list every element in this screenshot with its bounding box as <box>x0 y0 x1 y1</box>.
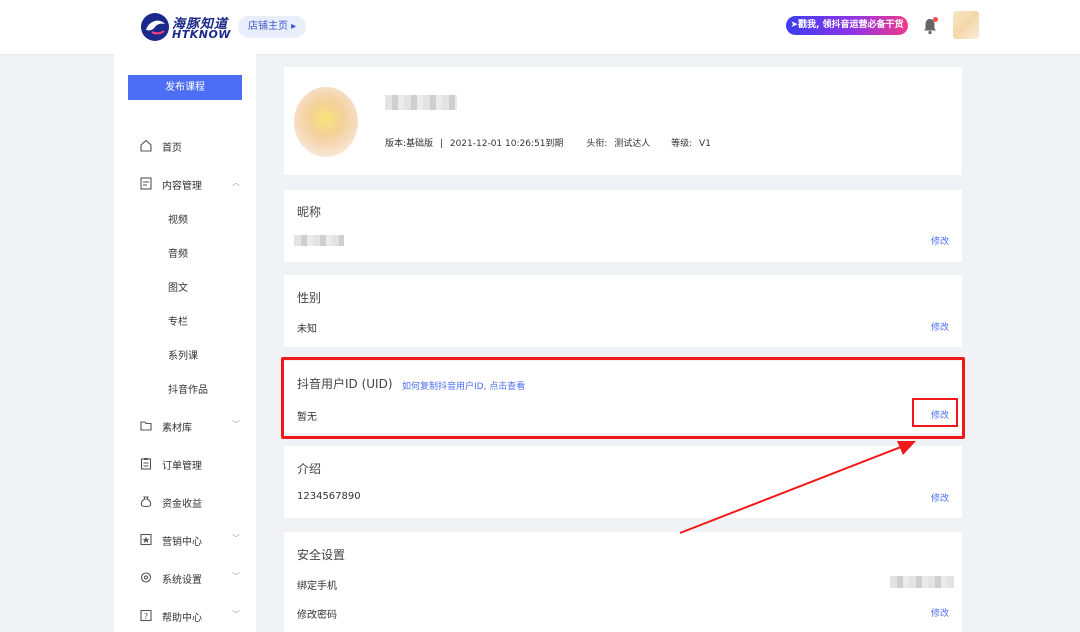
gender-section: 性别 未知 修改 <box>284 275 962 347</box>
sidebar-item-label: 资金收益 <box>162 499 202 510</box>
change-password-label: 修改密码 <box>297 610 337 621</box>
svg-text:?: ? <box>144 612 148 621</box>
chevron-down-icon: ﹀ <box>232 420 240 429</box>
highlight-edit-box <box>912 398 958 427</box>
profile-name-blurred <box>385 95 457 110</box>
sidebar: 发布课程 首页 内容管理 ︿ 视频 音频 图文 专栏 系列课 抖音作品 素材库 … <box>114 54 256 632</box>
sidebar-item-label: 系统设置 <box>162 575 202 586</box>
sidebar-item-label: 营销中心 <box>162 537 202 548</box>
level-label: 等级: <box>671 139 693 149</box>
sidebar-item-help[interactable]: ? 帮助中心 ﹀ <box>114 604 256 628</box>
profile-card: 版本:基础版 | 2021-12-01 10:26:51到期 头衔: 测试达人 … <box>284 67 962 175</box>
sidebar-subitem-article[interactable]: 图文 <box>168 279 188 294</box>
title-label: 头衔: <box>586 139 608 149</box>
phone-value-blurred <box>890 576 954 588</box>
sidebar-item-materials[interactable]: 素材库 ﹀ <box>114 414 256 438</box>
clipboard-icon <box>140 458 152 470</box>
edit-intro-link[interactable]: 修改 <box>931 491 949 504</box>
edit-gender-link[interactable]: 修改 <box>931 320 949 333</box>
meta-separator: | <box>439 139 443 149</box>
chevron-down-icon: ﹀ <box>232 572 240 581</box>
money-bag-icon <box>140 496 152 508</box>
sidebar-subitem-douyin[interactable]: 抖音作品 <box>168 381 208 396</box>
title-value: 测试达人 <box>614 139 651 149</box>
gender-value: 未知 <box>297 324 317 335</box>
home-icon <box>140 139 152 152</box>
sidebar-item-orders[interactable]: 订单管理 <box>114 452 256 476</box>
profile-meta: 版本:基础版 | 2021-12-01 10:26:51到期 头衔: 测试达人 … <box>385 136 715 149</box>
sidebar-item-label: 首页 <box>162 143 182 154</box>
document-icon <box>140 177 152 190</box>
sidebar-item-home[interactable]: 首页 <box>114 134 256 158</box>
expiry-text: 2021-12-01 10:26:51到期 <box>449 139 564 149</box>
highlight-box <box>281 357 965 439</box>
sidebar-subitem-audio[interactable]: 音频 <box>168 245 188 260</box>
sidebar-item-settings[interactable]: 系统设置 ﹀ <box>114 566 256 590</box>
intro-section: 介绍 1234567890 修改 <box>284 446 962 518</box>
section-title: 安全设置 <box>297 548 346 562</box>
level-value: V1 <box>699 139 711 149</box>
top-header: 海豚知道 HTKNOW 店铺主页 ▸ ➤戳我, 领抖音运营必备干货 <box>0 0 1080 54</box>
bind-phone-label: 绑定手机 <box>297 581 337 592</box>
nickname-section: 昵称 修改 <box>284 190 962 262</box>
store-home-button[interactable]: 店铺主页 ▸ <box>238 16 307 38</box>
profile-avatar[interactable] <box>294 87 358 157</box>
logo[interactable]: 海豚知道 HTKNOW <box>140 10 230 44</box>
sidebar-item-label: 帮助中心 <box>162 613 202 624</box>
gear-icon <box>140 572 152 583</box>
security-section: 安全设置 绑定手机 修改密码 修改 <box>284 532 962 632</box>
chevron-up-icon: ︿ <box>232 178 240 187</box>
notification-dot <box>933 17 938 22</box>
sidebar-item-marketing[interactable]: 营销中心 ﹀ <box>114 528 256 552</box>
edit-password-link[interactable]: 修改 <box>931 606 949 619</box>
sidebar-subitem-series[interactable]: 系列课 <box>168 347 198 362</box>
logo-text-en: HTKNOW <box>172 28 231 41</box>
sidebar-item-income[interactable]: 资金收益 <box>114 490 256 514</box>
sidebar-item-label: 内容管理 <box>162 181 202 192</box>
star-card-icon <box>140 533 152 546</box>
sidebar-subitem-video[interactable]: 视频 <box>168 211 188 226</box>
sidebar-subitem-column[interactable]: 专栏 <box>168 313 188 328</box>
section-title: 介绍 <box>297 462 322 476</box>
sidebar-item-label: 素材库 <box>162 423 192 434</box>
sidebar-item-label: 订单管理 <box>162 461 202 472</box>
user-avatar[interactable] <box>953 11 979 39</box>
section-title: 昵称 <box>297 205 322 219</box>
intro-value: 1234567890 <box>297 491 361 502</box>
sidebar-item-content[interactable]: 内容管理 ︿ <box>114 172 256 196</box>
help-icon: ? <box>140 609 152 622</box>
chevron-down-icon: ﹀ <box>232 534 240 543</box>
publish-course-button[interactable]: 发布课程 <box>128 75 242 100</box>
folder-icon <box>140 421 152 431</box>
edit-nickname-link[interactable]: 修改 <box>931 234 949 247</box>
promo-banner[interactable]: ➤戳我, 领抖音运营必备干货 <box>786 16 908 35</box>
dolphin-logo-icon <box>141 13 169 41</box>
section-title: 性别 <box>297 291 322 305</box>
chevron-down-icon: ﹀ <box>232 610 240 619</box>
nickname-value-blurred <box>294 235 344 246</box>
version-text: 版本:基础版 <box>385 139 434 149</box>
